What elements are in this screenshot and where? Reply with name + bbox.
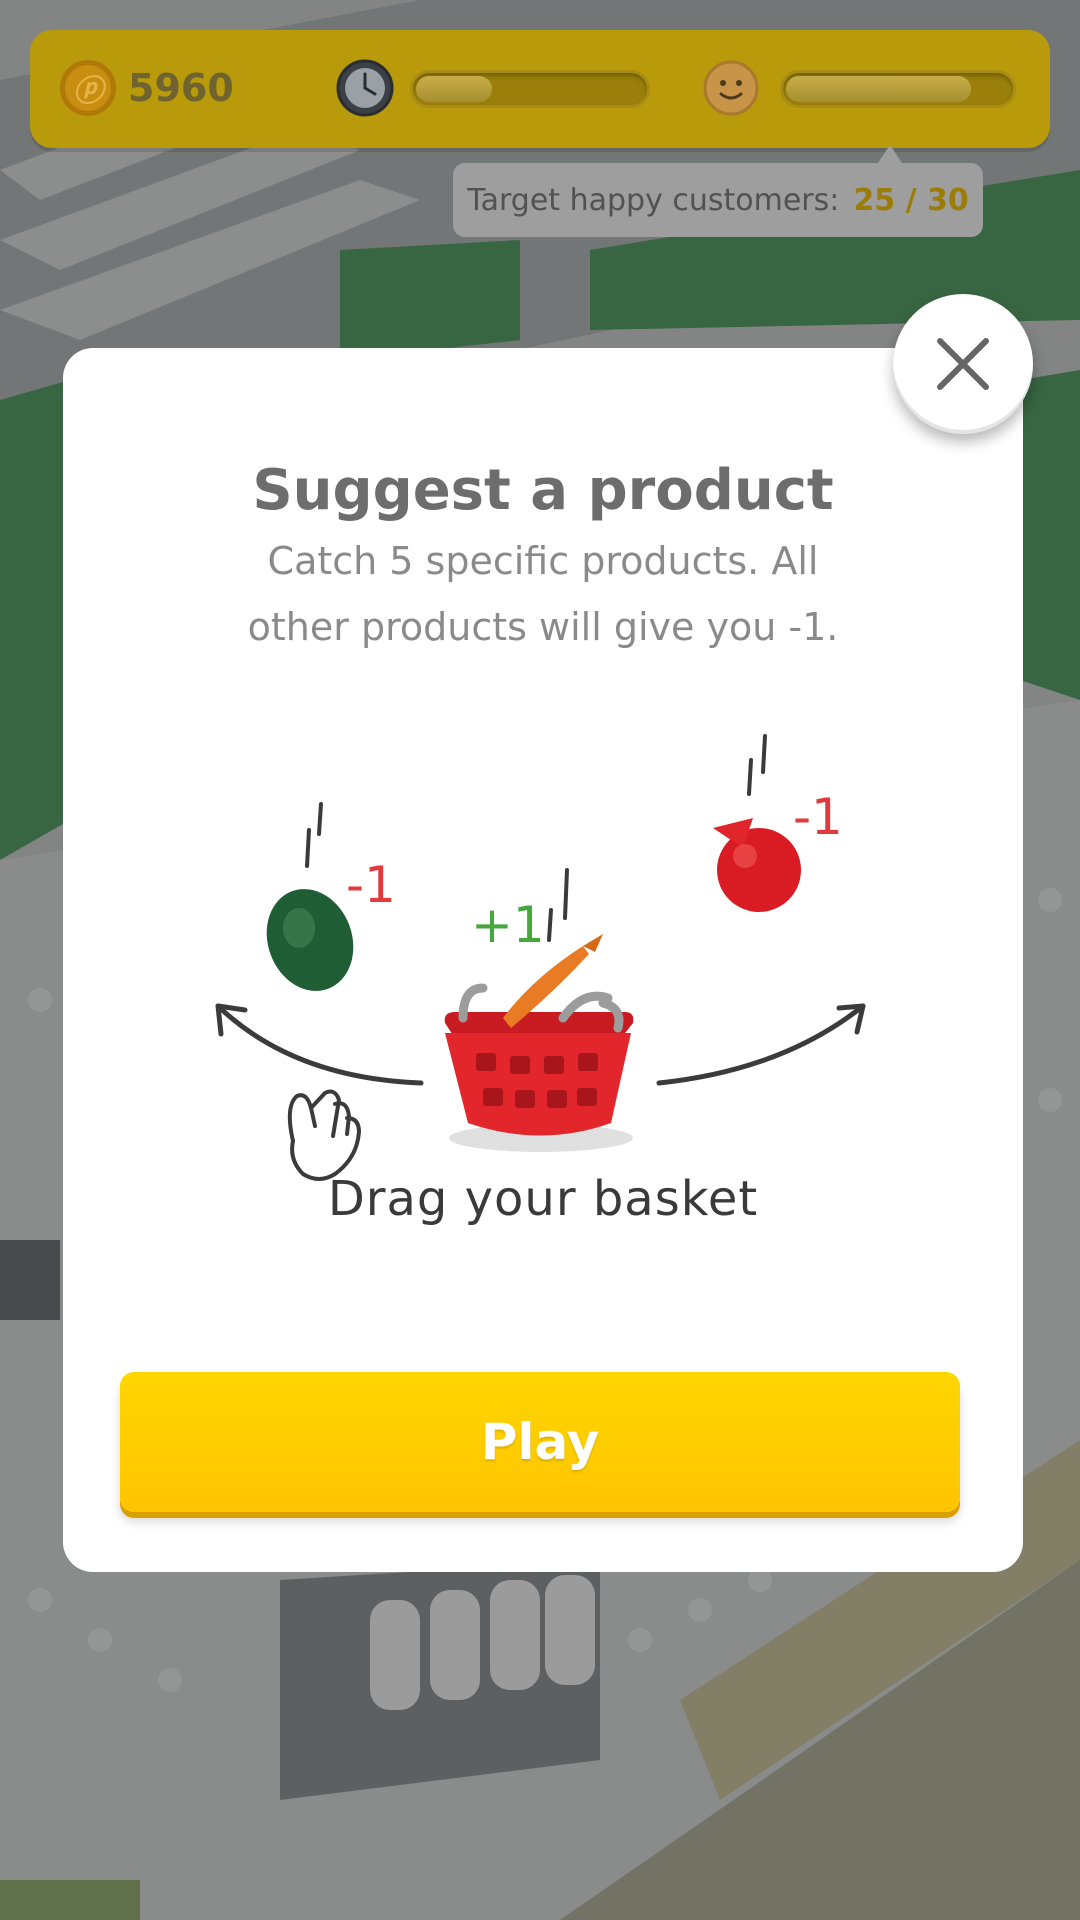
coin-icon: ⓟ — [60, 60, 116, 116]
target-value: 25 / 30 — [853, 182, 969, 218]
top-hud: ⓟ 5960 — [30, 30, 1050, 148]
time-progress-bar — [410, 70, 650, 108]
time-progress-fill — [416, 76, 492, 102]
carrot-score: +1 — [471, 896, 545, 954]
play-button[interactable]: Play — [120, 1372, 960, 1512]
basket-icon — [444, 983, 634, 1152]
avocado-score: -1 — [346, 856, 396, 914]
clock-icon — [336, 59, 394, 117]
target-label: Target happy customers: — [467, 182, 840, 218]
happiness-progress-bar — [780, 70, 1016, 108]
tomato-icon — [713, 818, 801, 912]
coin-balance: 5960 — [128, 66, 234, 110]
hand-pointer-icon — [287, 1089, 361, 1181]
game-screen: ⓟ 5960 Target happy customers: 25 / 30 S… — [0, 0, 1080, 1920]
tomato-score: -1 — [793, 788, 843, 846]
close-button[interactable] — [893, 294, 1033, 434]
close-icon — [937, 338, 989, 390]
smiley-icon — [703, 60, 759, 116]
target-tooltip: Target happy customers: 25 / 30 — [453, 145, 983, 237]
happiness-progress-fill — [786, 76, 971, 102]
drag-hint: Drag your basket — [327, 1171, 759, 1227]
